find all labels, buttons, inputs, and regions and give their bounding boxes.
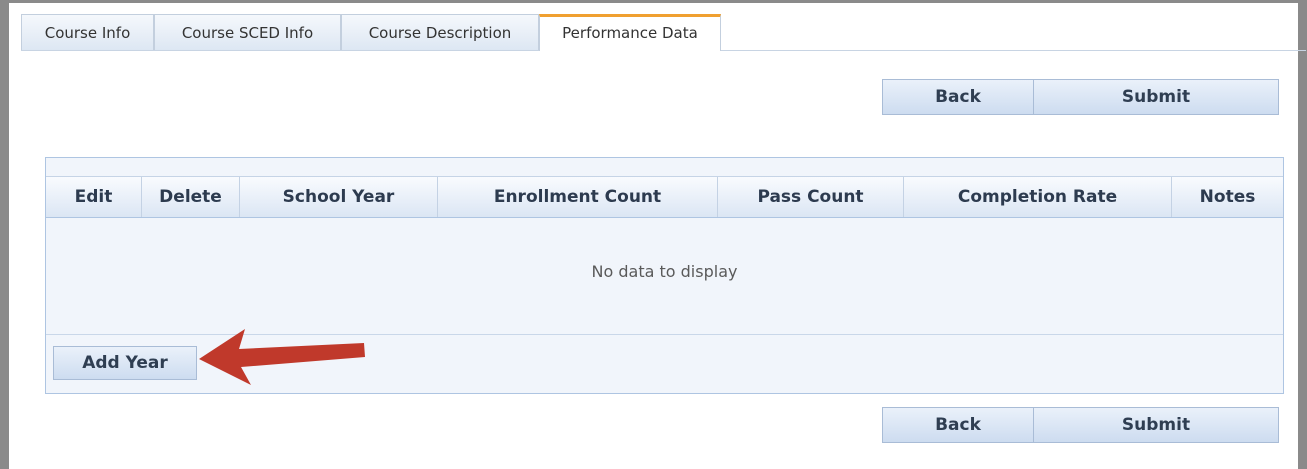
column-header-pass-count: Pass Count	[718, 177, 904, 217]
arrow-shape	[199, 329, 365, 385]
tab-course-sced-info[interactable]: Course SCED Info	[154, 14, 341, 50]
tab-performance-data[interactable]: Performance Data	[539, 14, 721, 51]
arrow-left-annotation-icon	[199, 329, 365, 385]
column-header-school-year: School Year	[240, 177, 438, 217]
submit-button-top[interactable]: Submit	[1033, 79, 1279, 115]
tab-bar: Course Info Course SCED Info Course Desc…	[21, 14, 1306, 51]
tab-course-info[interactable]: Course Info	[21, 14, 154, 50]
submit-button-bottom[interactable]: Submit	[1033, 407, 1279, 443]
back-button-top[interactable]: Back	[882, 79, 1034, 115]
column-header-enrollment-count: Enrollment Count	[438, 177, 718, 217]
empty-data-message: No data to display	[591, 262, 738, 281]
tab-course-description[interactable]: Course Description	[341, 14, 539, 50]
back-button-bottom[interactable]: Back	[882, 407, 1034, 443]
add-year-button[interactable]: Add Year	[53, 346, 197, 380]
column-header-notes: Notes	[1199, 187, 1256, 207]
column-header-delete: Delete	[142, 177, 240, 217]
page-frame: Course Info Course SCED Info Course Desc…	[0, 0, 1307, 469]
grid-header: Edit Delete School Year Enrollment Count…	[46, 176, 1283, 218]
empty-data-row: No data to display	[46, 217, 1283, 335]
column-header-completion-rate: Completion Rate	[904, 177, 1172, 217]
column-header-edit: Edit	[46, 177, 142, 217]
